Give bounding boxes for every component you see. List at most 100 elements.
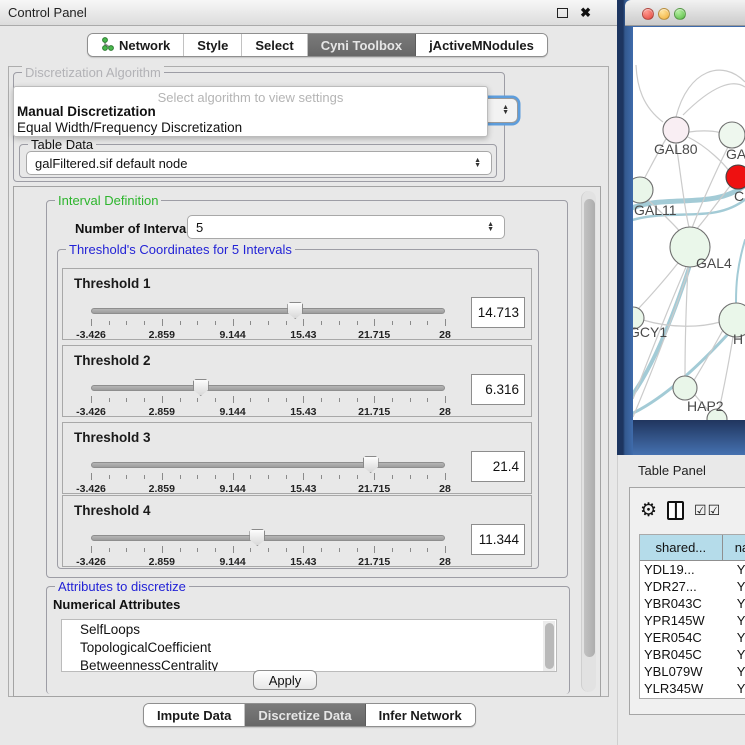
table-data-select[interactable]: galFiltered.sif default node ▲▼ [26,151,492,175]
node-selected-red[interactable] [726,165,745,189]
combo-arrows-icon: ▲▼ [502,105,509,115]
float-panel-icon[interactable] [557,8,568,18]
threshold-2-box: Threshold 2 -3.426 2.859 9.144 15.43 21.… [62,345,532,417]
tab-network-label: Network [119,38,170,53]
tab-cyni-toolbox-label: Cyni Toolbox [321,38,402,53]
threshold-4-slider-thumb[interactable] [249,529,265,546]
table-row[interactable]: YBR045CYBR0 [640,646,745,663]
threshold-1-slider-thumb[interactable] [287,302,303,319]
table-row[interactable]: YBR043CYBR0 [640,595,745,612]
tab-style[interactable]: Style [184,34,242,56]
slider-scale-labels: -3.426 2.859 9.144 15.43 21.715 28 [91,406,445,418]
algorithm-option-equal-width[interactable]: Equal Width/Frequency Discretization [17,120,242,135]
node-gal11[interactable] [633,177,653,203]
window-minimize-icon[interactable] [658,8,670,20]
threshold-3-slider-thumb[interactable] [363,456,379,473]
settings-scrollbar[interactable] [581,191,596,692]
scale-label: 15.43 [290,483,316,495]
columns-icon[interactable] [667,501,684,520]
table-row[interactable]: YDL19...YDL1 [640,561,745,578]
control-panel-titlebar: Control Panel ✖ [0,0,617,26]
node-label-ga: GA [726,146,745,162]
node-label-gal11: GAL11 [634,202,677,218]
scale-label: 21.715 [358,329,390,341]
attributes-list-scrollbar[interactable] [543,621,555,672]
network-canvas[interactable]: GAL80 GA C GAL11 GAL4 GCY1 H HAP2 [633,27,745,420]
attribute-item[interactable]: TopologicalCoefficient [62,638,556,656]
node-hap2[interactable] [673,376,697,400]
tab-infer-network[interactable]: Infer Network [366,704,475,726]
scale-label: 28 [439,329,451,341]
column-header-shared-name[interactable]: shared... [640,535,723,560]
node-gal80[interactable] [663,117,689,143]
node-label-gcy1: GCY1 [633,324,667,340]
numerical-attributes-list: SelfLoops TopologicalCoefficient Between… [61,619,557,672]
table-row[interactable]: YPR145WYPR1 [640,612,745,629]
threshold-2-slider-thumb[interactable] [193,379,209,396]
network-window-titlebar[interactable] [625,0,745,26]
table-row[interactable]: YIL052CYIL0 [640,697,745,699]
threshold-2-slider-track[interactable] [91,385,445,391]
cyni-mode-tabs: Impute Data Discretize Data Infer Networ… [143,703,476,727]
table-row[interactable]: YDR27...YDR2 [640,578,745,595]
tab-impute-data-label: Impute Data [157,708,231,723]
column-header-name[interactable]: na [723,535,745,560]
attribute-item[interactable]: SelfLoops [62,620,556,638]
network-view-window: GAL80 GA C GAL11 GAL4 GCY1 H HAP2 [617,0,745,455]
tab-infer-network-label: Infer Network [379,708,462,723]
num-intervals-select[interactable]: 5 ▲▼ [187,215,505,239]
threshold-4-value-field[interactable]: 11.344 [471,524,525,555]
table-row[interactable]: YLR345WYLR3 [640,680,745,697]
node-label-h: H [733,331,743,347]
scale-label: 9.144 [219,556,245,568]
tab-discretize-data[interactable]: Discretize Data [245,704,365,726]
thresholds-group-title: Threshold's Coordinates for 5 Intervals [66,242,295,257]
algorithm-dropdown-popup: Select algorithm to view settings Manual… [13,86,488,137]
checkbox-icons[interactable]: ☑☑ [694,502,721,519]
node-ga[interactable] [719,122,745,148]
close-panel-icon[interactable]: ✖ [580,5,591,21]
control-panel-tabs: Network Style Select Cyni Toolbox jActiv… [87,33,548,57]
tab-network[interactable]: Network [88,34,184,56]
table-data-selected-value: galFiltered.sif default node [35,156,187,171]
tab-select[interactable]: Select [242,34,307,56]
tab-impute-data[interactable]: Impute Data [144,704,245,726]
threshold-2-value-field[interactable]: 6.316 [471,374,525,405]
tab-cyni-toolbox[interactable]: Cyni Toolbox [308,34,416,56]
settings-scrollbar-thumb[interactable] [584,199,595,657]
window-zoom-icon[interactable] [674,8,686,20]
threshold-1-value-field[interactable]: 14.713 [471,297,525,328]
threshold-4-slider-track[interactable] [91,535,445,541]
table-row[interactable]: YER054CYER0 [640,629,745,646]
network-icon [101,37,114,54]
slider-scale-labels: -3.426 2.859 9.144 15.43 21.715 28 [91,329,445,341]
attributes-group-title: Attributes to discretize [55,579,189,594]
tab-jactivemnodules[interactable]: jActiveMNodules [416,34,547,56]
scale-label: 28 [439,556,451,568]
apply-button[interactable]: Apply [253,670,317,690]
window-close-icon[interactable] [642,8,654,20]
threshold-3-value-field[interactable]: 21.4 [471,451,525,482]
scale-label: 2.859 [149,483,175,495]
scale-label: 2.859 [149,406,175,418]
app-root: { "control_panel": { "title": "Control P… [0,0,745,745]
scale-label: 15.43 [290,329,316,341]
node-label-gal4: GAL4 [696,255,732,271]
node-table: shared... na YDL19...YDL1 YDR27...YDR2 Y… [639,534,745,699]
attributes-list-scrollbar-thumb[interactable] [545,623,554,669]
scale-label: 9.144 [219,483,245,495]
threshold-3-slider-track[interactable] [91,462,445,468]
slider-scale-labels: -3.426 2.859 9.144 15.43 21.715 28 [91,483,445,495]
combo-arrows-icon: ▲▼ [487,222,494,232]
tab-jactivemnodules-label: jActiveMNodules [429,38,534,53]
scale-label: -3.426 [76,406,106,418]
scale-label: 9.144 [219,406,245,418]
table-panel-body: ⚙ ☑☑ shared... na YDL19...YDL1 YDR27...Y… [629,487,745,715]
threshold-1-slider-track[interactable] [91,308,445,314]
node-label-hap2: HAP2 [687,398,724,414]
algorithm-option-manual[interactable]: Manual Discretization [17,104,156,119]
gear-icon[interactable]: ⚙ [640,499,657,522]
table-data-group-title: Table Data [28,137,96,152]
table-row[interactable]: YBL079WYBL0 [640,663,745,680]
slider-ticks [91,319,445,327]
